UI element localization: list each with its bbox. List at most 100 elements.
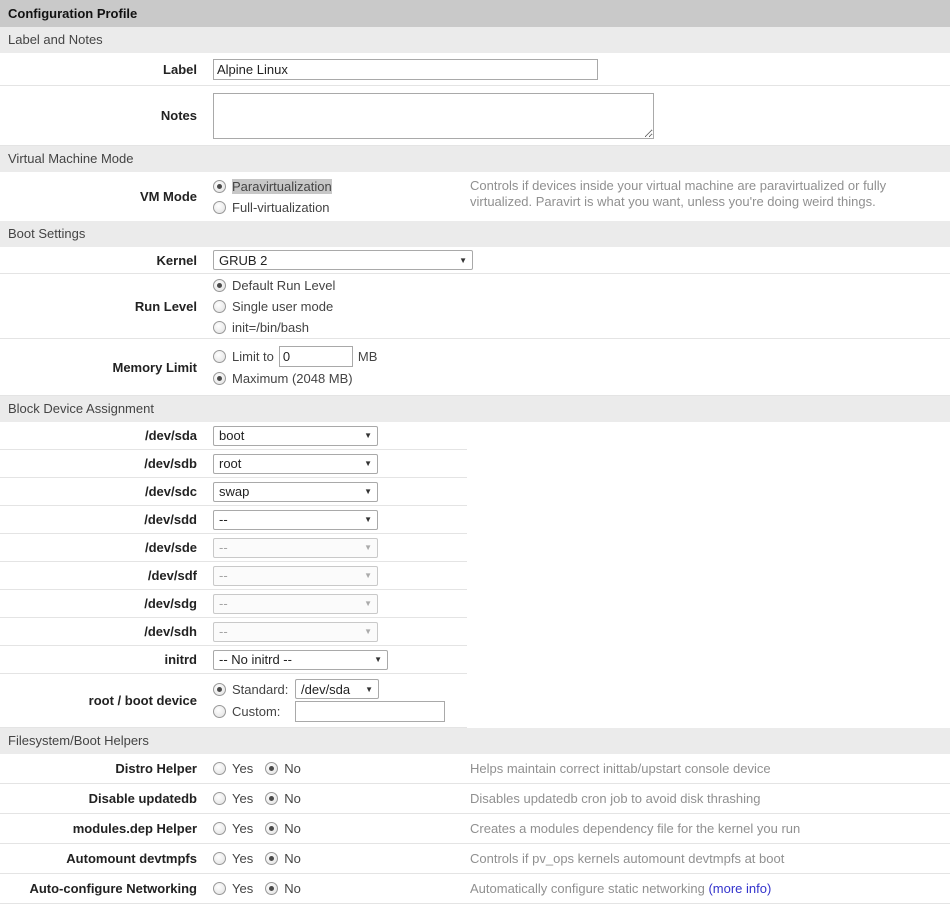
radio-distro-helper-no[interactable] [265,762,278,775]
disable-updatedb-no-option[interactable]: No [265,791,301,806]
block-device-row-sdh: /dev/sdh -- ▼ [0,618,950,646]
radio-auto-configure-networking-no[interactable] [265,882,278,895]
run-level-option-single-user[interactable]: Single user mode [213,297,467,316]
radio-default-run-level[interactable] [213,279,226,292]
automount-devtmpfs-no-option[interactable]: No [265,851,301,866]
radio-maximum[interactable] [213,372,226,385]
radio-disable-updatedb-no[interactable] [265,792,278,805]
root-device-option-custom[interactable]: Custom: [213,701,467,722]
sdh-select: -- ▼ [213,622,378,642]
root-device-option-standard[interactable]: Standard: /dev/sda ▼ [213,679,467,699]
block-device-row-sdg: /dev/sdg -- ▼ [0,590,950,618]
radio-full-virtualization[interactable] [213,201,226,214]
kernel-row: Kernel GRUB 2 ▼ [0,247,950,274]
radio-auto-configure-networking-yes[interactable] [213,882,226,895]
sdc-select[interactable]: swap ▼ [213,482,378,502]
block-device-row-sdf: /dev/sdf -- ▼ [0,562,950,590]
custom-device-input[interactable] [295,701,445,722]
block-device-row-sdd: /dev/sdd -- ▼ [0,506,950,534]
dropdown-arrow-icon: ▼ [364,543,372,552]
distro-helper-yes-option[interactable]: Yes [213,761,253,776]
distro-helper-no-option[interactable]: No [265,761,301,776]
memory-limit-option-limit[interactable]: Limit to MB [213,346,467,367]
sde-label: /dev/sde [0,534,205,561]
run-level-label: Run Level [0,274,205,338]
root-boot-device-row: root / boot device Standard: /dev/sda ▼ … [0,674,950,728]
dropdown-arrow-icon: ▼ [364,431,372,440]
memory-limit-option-maximum[interactable]: Maximum (2048 MB) [213,369,467,388]
sdd-label: /dev/sdd [0,506,205,533]
dropdown-arrow-icon: ▼ [365,685,373,694]
radio-automount-devtmpfs-no[interactable] [265,852,278,865]
run-level-option-init-bash[interactable]: init=/bin/bash [213,318,467,337]
sda-select-value: boot [219,428,244,443]
sda-label: /dev/sda [0,422,205,449]
kernel-select[interactable]: GRUB 2 ▼ [213,250,473,270]
modules-dep-help-text: Creates a modules dependency file for th… [467,814,950,844]
disable-updatedb-label: Disable updatedb [0,784,205,813]
radio-disable-updatedb-yes[interactable] [213,792,226,805]
radio-automount-devtmpfs-yes[interactable] [213,852,226,865]
auto-configure-networking-no-option[interactable]: No [265,881,301,896]
more-info-link[interactable]: (more info) [708,881,771,897]
init-bash-option-label: init=/bin/bash [232,320,309,335]
run-level-option-default[interactable]: Default Run Level [213,276,467,295]
block-device-row-sdb: /dev/sdb root ▼ [0,450,950,478]
full-virtualization-option-label: Full-virtualization [232,200,330,215]
radio-distro-helper-yes[interactable] [213,762,226,775]
dropdown-arrow-icon: ▼ [364,459,372,468]
sda-select[interactable]: boot ▼ [213,426,378,446]
sdb-select-value: root [219,456,241,471]
vm-mode-option-paravirtualization[interactable]: Paravirtualization [213,177,467,196]
section-label-and-notes: Label and Notes [0,27,950,53]
standard-device-select-value: /dev/sda [301,682,350,697]
radio-single-user-mode[interactable] [213,300,226,313]
dropdown-arrow-icon: ▼ [364,627,372,636]
yes-option-label: Yes [232,851,253,866]
sde-select-value: -- [219,540,228,555]
sdd-select[interactable]: -- ▼ [213,510,378,530]
vm-mode-label: VM Mode [0,172,205,221]
vm-mode-help-text: Controls if devices inside your virtual … [467,172,950,221]
initrd-select[interactable]: -- No initrd -- ▼ [213,650,388,670]
memory-limit-input[interactable] [279,346,353,367]
radio-modules-dep-no[interactable] [265,822,278,835]
sde-select: -- ▼ [213,538,378,558]
radio-paravirtualization[interactable] [213,180,226,193]
no-option-label: No [284,821,301,836]
sdg-select-value: -- [219,596,228,611]
notes-field-label: Notes [0,86,205,145]
no-option-label: No [284,791,301,806]
default-run-level-option-label: Default Run Level [232,278,335,293]
sdb-select[interactable]: root ▼ [213,454,378,474]
vm-mode-option-full-virtualization[interactable]: Full-virtualization [213,198,467,217]
disable-updatedb-yes-option[interactable]: Yes [213,791,253,806]
auto-configure-networking-yes-option[interactable]: Yes [213,881,253,896]
sdc-select-value: swap [219,484,249,499]
modules-dep-no-option[interactable]: No [265,821,301,836]
sdc-label: /dev/sdc [0,478,205,505]
vm-mode-row: VM Mode Paravirtualization Full-virtuali… [0,172,950,221]
radio-standard[interactable] [213,683,226,696]
standard-device-select[interactable]: /dev/sda ▼ [295,679,379,699]
sdh-select-value: -- [219,624,228,639]
root-boot-device-label: root / boot device [0,674,205,727]
label-row: Label [0,53,950,86]
section-boot-settings: Boot Settings [0,221,950,247]
no-option-label: No [284,761,301,776]
block-device-row-sde: /dev/sde -- ▼ [0,534,950,562]
limit-to-option-label: Limit to [232,349,274,364]
radio-modules-dep-yes[interactable] [213,822,226,835]
sdf-select-value: -- [219,568,228,583]
automount-devtmpfs-yes-option[interactable]: Yes [213,851,253,866]
dropdown-arrow-icon: ▼ [364,571,372,580]
notes-row: Notes [0,86,950,146]
yes-option-label: Yes [232,881,253,896]
radio-limit-to[interactable] [213,350,226,363]
radio-custom[interactable] [213,705,226,718]
yes-option-label: Yes [232,761,253,776]
radio-init-bash[interactable] [213,321,226,334]
dropdown-arrow-icon: ▼ [364,599,372,608]
automount-devtmpfs-row: Automount devtmpfs Yes No Controls if pv… [0,844,950,874]
modules-dep-yes-option[interactable]: Yes [213,821,253,836]
